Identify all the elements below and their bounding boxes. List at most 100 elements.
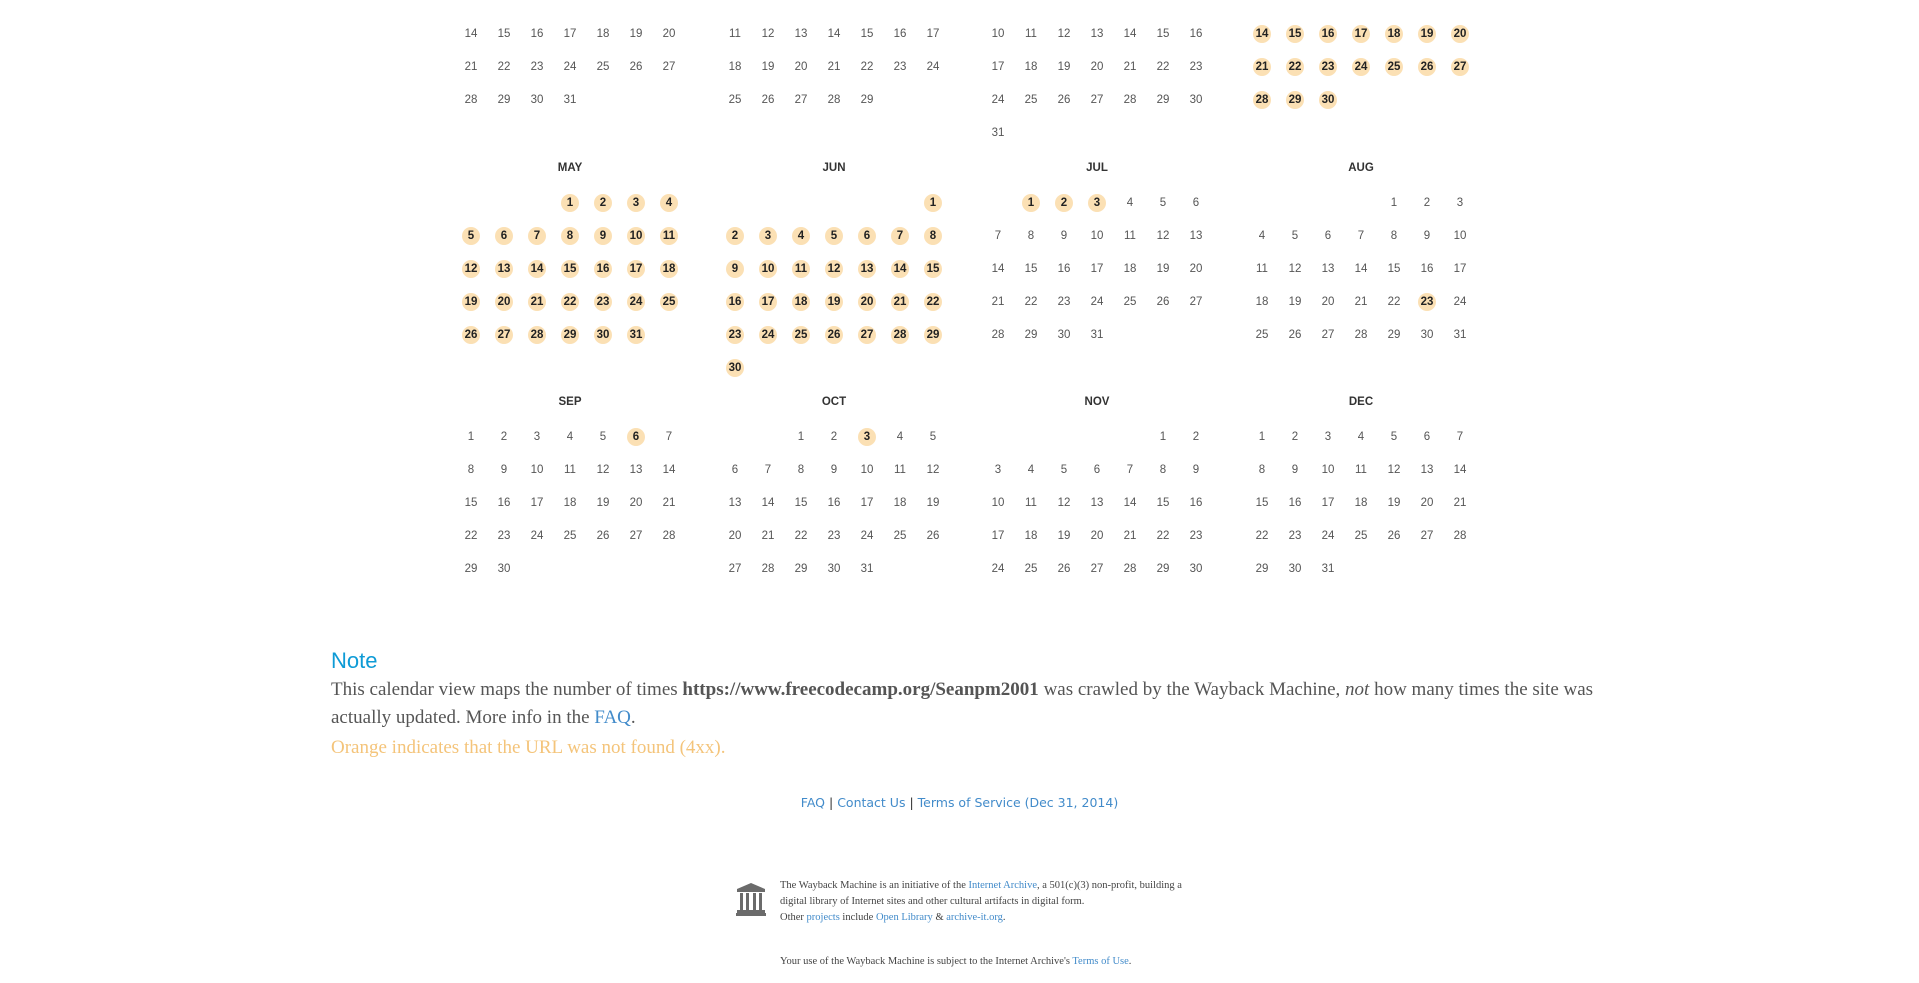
calendar-day-captured[interactable]: 6 (495, 227, 513, 245)
calendar-day-captured[interactable]: 25 (660, 293, 678, 311)
calendar-day: 30 (1189, 94, 1203, 106)
calendar-day-captured[interactable]: 28 (891, 326, 909, 344)
calendar-day-captured[interactable]: 27 (1451, 58, 1469, 76)
internet-archive-link[interactable]: Internet Archive (968, 880, 1037, 891)
calendar-day-captured[interactable]: 2 (594, 194, 612, 212)
calendar-day-captured[interactable]: 16 (1319, 25, 1337, 43)
calendar-day-captured[interactable]: 29 (561, 326, 579, 344)
archive-it-link[interactable]: archive-it.org (946, 912, 1003, 923)
projects-link[interactable]: projects (807, 912, 840, 923)
calendar-day-captured[interactable]: 7 (528, 227, 546, 245)
calendar-day-captured[interactable]: 20 (495, 293, 513, 311)
footer-faq-link[interactable]: FAQ (801, 795, 825, 810)
calendar-day: 27 (662, 61, 676, 73)
calendar-day-captured[interactable]: 24 (759, 326, 777, 344)
calendar-day-captured[interactable]: 13 (495, 260, 513, 278)
calendar-day: 4 (1258, 230, 1266, 242)
calendar-day-captured[interactable]: 17 (759, 293, 777, 311)
calendar-day-captured[interactable]: 23 (594, 293, 612, 311)
calendar-day-captured[interactable]: 17 (1352, 25, 1370, 43)
calendar-day-captured[interactable]: 15 (1286, 25, 1304, 43)
terms-of-use-link[interactable]: Terms of Use (1072, 956, 1128, 967)
calendar-day-captured[interactable]: 27 (858, 326, 876, 344)
calendar-day-captured[interactable]: 7 (891, 227, 909, 245)
calendar-day-captured[interactable]: 8 (924, 227, 942, 245)
calendar-day-captured[interactable]: 19 (462, 293, 480, 311)
calendar-day-captured[interactable]: 30 (594, 326, 612, 344)
calendar-day-captured[interactable]: 2 (726, 227, 744, 245)
calendar-day-captured[interactable]: 6 (627, 428, 645, 446)
footer-tos-link[interactable]: Terms of Service (Dec 31, 2014) (918, 795, 1119, 810)
calendar-day-captured[interactable]: 4 (660, 194, 678, 212)
footer-contact-link[interactable]: Contact Us (837, 795, 905, 810)
calendar-day-captured[interactable]: 3 (627, 194, 645, 212)
calendar-day-captured[interactable]: 13 (858, 260, 876, 278)
calendar-day-captured[interactable]: 22 (924, 293, 942, 311)
calendar-day-captured[interactable]: 27 (495, 326, 513, 344)
calendar-day-captured[interactable]: 1 (924, 194, 942, 212)
calendar-day-captured[interactable]: 23 (1319, 58, 1337, 76)
calendar-day-captured[interactable]: 14 (891, 260, 909, 278)
calendar-day-captured[interactable]: 6 (858, 227, 876, 245)
calendar-day-captured[interactable]: 17 (627, 260, 645, 278)
calendar-day: 6 (1324, 230, 1332, 242)
calendar-day-captured[interactable]: 2 (1055, 194, 1073, 212)
calendar-day-captured[interactable]: 11 (792, 260, 810, 278)
calendar-day-captured[interactable]: 11 (660, 227, 678, 245)
calendar-day-captured[interactable]: 21 (891, 293, 909, 311)
calendar-day-captured[interactable]: 10 (627, 227, 645, 245)
calendar-day-captured[interactable]: 31 (627, 326, 645, 344)
calendar-day-captured[interactable]: 26 (462, 326, 480, 344)
calendar-day-captured[interactable]: 30 (1319, 91, 1337, 109)
calendar-day-captured[interactable]: 12 (462, 260, 480, 278)
calendar-day-captured[interactable]: 3 (858, 428, 876, 446)
open-library-link[interactable]: Open Library (876, 912, 933, 923)
calendar-day-captured[interactable]: 26 (1418, 58, 1436, 76)
calendar-day-captured[interactable]: 8 (561, 227, 579, 245)
calendar-day-captured[interactable]: 16 (594, 260, 612, 278)
calendar-day-captured[interactable]: 19 (825, 293, 843, 311)
calendar-day-captured[interactable]: 30 (726, 359, 744, 377)
calendar-day-captured[interactable]: 9 (594, 227, 612, 245)
calendar-day-captured[interactable]: 15 (561, 260, 579, 278)
calendar-day-captured[interactable]: 29 (924, 326, 942, 344)
calendar-day-captured[interactable]: 18 (660, 260, 678, 278)
calendar-day-captured[interactable]: 29 (1286, 91, 1304, 109)
calendar-day-captured[interactable]: 28 (1253, 91, 1271, 109)
calendar-day: 10 (1321, 464, 1335, 476)
calendar-day-captured[interactable]: 5 (462, 227, 480, 245)
calendar-day-captured[interactable]: 28 (528, 326, 546, 344)
calendar-day-captured[interactable]: 24 (627, 293, 645, 311)
calendar-day-captured[interactable]: 18 (792, 293, 810, 311)
calendar-day: 8 (1258, 464, 1266, 476)
calendar-day-captured[interactable]: 15 (924, 260, 942, 278)
calendar-day-captured[interactable]: 3 (759, 227, 777, 245)
calendar-day-captured[interactable]: 21 (1253, 58, 1271, 76)
calendar-day-captured[interactable]: 1 (1022, 194, 1040, 212)
calendar-day-captured[interactable]: 23 (726, 326, 744, 344)
calendar-day-captured[interactable]: 19 (1418, 25, 1436, 43)
calendar-day-captured[interactable]: 10 (759, 260, 777, 278)
calendar-day-captured[interactable]: 20 (858, 293, 876, 311)
calendar-day-captured[interactable]: 25 (792, 326, 810, 344)
calendar-day-captured[interactable]: 20 (1451, 25, 1469, 43)
calendar-day-captured[interactable]: 18 (1385, 25, 1403, 43)
calendar-day-captured[interactable]: 21 (528, 293, 546, 311)
calendar-day-captured[interactable]: 22 (561, 293, 579, 311)
calendar-day-captured[interactable]: 26 (825, 326, 843, 344)
note-faq-link[interactable]: FAQ (594, 707, 631, 728)
calendar-day-captured[interactable]: 23 (1418, 293, 1436, 311)
calendar-day-captured[interactable]: 9 (726, 260, 744, 278)
calendar-day-captured[interactable]: 22 (1286, 58, 1304, 76)
calendar-day-captured[interactable]: 25 (1385, 58, 1403, 76)
calendar-day-captured[interactable]: 16 (726, 293, 744, 311)
calendar-day-captured[interactable]: 24 (1352, 58, 1370, 76)
calendar-day-captured[interactable]: 1 (561, 194, 579, 212)
calendar-day-captured[interactable]: 14 (528, 260, 546, 278)
calendar-day-captured[interactable]: 12 (825, 260, 843, 278)
calendar-day-captured[interactable]: 14 (1253, 25, 1271, 43)
calendar-day-captured[interactable]: 4 (792, 227, 810, 245)
calendar-day-captured[interactable]: 3 (1088, 194, 1106, 212)
calendar-grid: 14 15 16 17 18 19 20 21 22 23 24 25 26 27 28 29 30 31 11 12… (0, 0, 1919, 600)
calendar-day-captured[interactable]: 5 (825, 227, 843, 245)
